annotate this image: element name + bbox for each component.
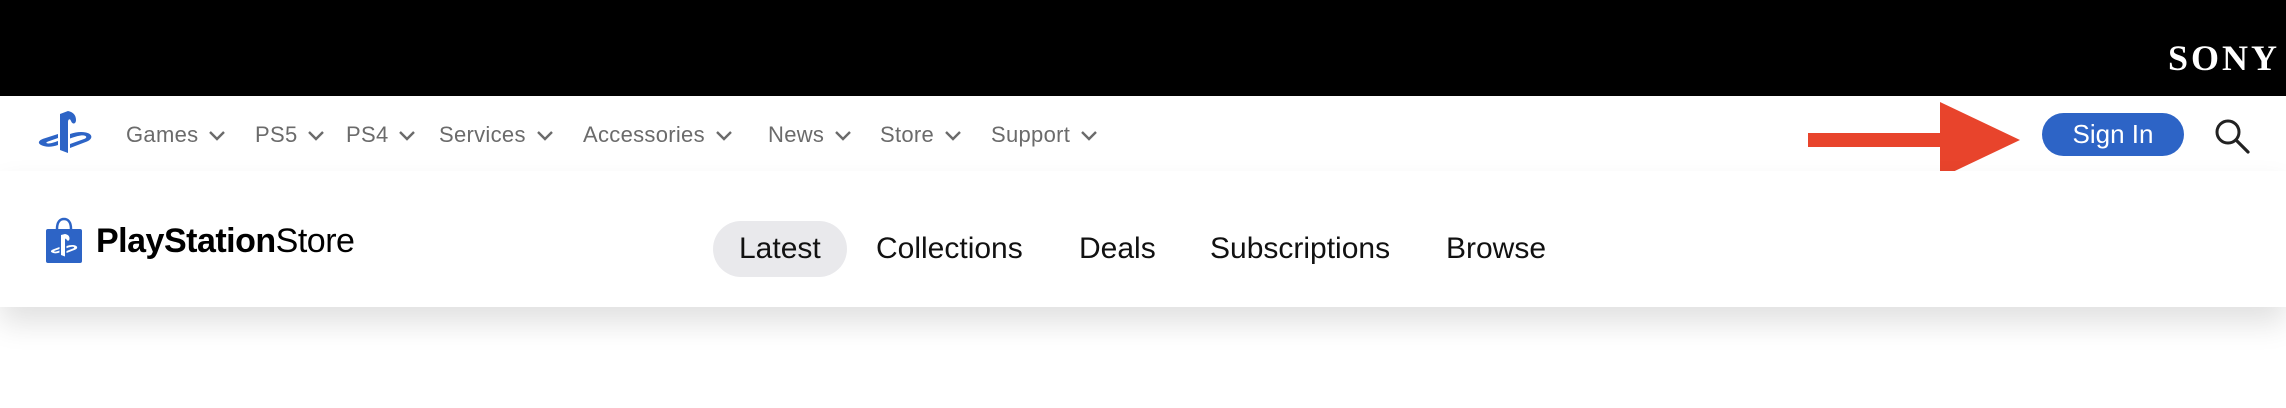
tab-browse[interactable]: Browse bbox=[1420, 221, 1572, 277]
chevron-down-icon bbox=[1081, 131, 1098, 141]
chevron-down-icon bbox=[835, 131, 852, 141]
nav-item-label: Games bbox=[126, 122, 199, 147]
chevron-down-icon bbox=[399, 131, 416, 141]
nav-item-label: Support bbox=[991, 122, 1071, 147]
nav-item-support[interactable]: Support bbox=[991, 120, 1098, 150]
tab-deals[interactable]: Deals bbox=[1053, 221, 1182, 277]
nav-item-label: Services bbox=[439, 122, 526, 147]
nav-item-games[interactable]: Games bbox=[126, 120, 226, 150]
chevron-down-icon bbox=[536, 131, 553, 141]
site-navigation: Games PS5 PS4 Services Accessories News … bbox=[0, 96, 2286, 178]
chevron-down-icon bbox=[209, 131, 226, 141]
annotation-arrow-icon bbox=[1808, 102, 2020, 178]
store-bag-icon bbox=[46, 217, 82, 263]
nav-item-label: News bbox=[768, 122, 825, 147]
nav-item-label: PS4 bbox=[346, 122, 389, 147]
chevron-down-icon bbox=[716, 131, 732, 141]
nav-item-accessories[interactable]: Accessories bbox=[583, 120, 733, 150]
search-icon[interactable] bbox=[2212, 116, 2252, 156]
nav-item-news[interactable]: News bbox=[768, 120, 852, 150]
playstation-store-logo[interactable]: PlayStation Store bbox=[44, 217, 355, 265]
nav-item-services[interactable]: Services bbox=[439, 120, 554, 150]
nav-item-label: Accessories bbox=[583, 122, 705, 147]
store-navigation: PlayStation Store Latest Collections Dea… bbox=[0, 171, 2286, 307]
brand-store: Store bbox=[275, 221, 355, 260]
playstation-logo-icon[interactable] bbox=[38, 110, 98, 158]
sony-bar: SONY bbox=[0, 0, 2286, 96]
tab-collections[interactable]: Collections bbox=[850, 221, 1049, 277]
sign-in-button[interactable]: Sign In bbox=[2042, 113, 2184, 156]
nav-item-store[interactable]: Store bbox=[880, 120, 962, 150]
nav-item-ps4[interactable]: PS4 bbox=[346, 120, 416, 150]
nav-item-label: PS5 bbox=[255, 122, 298, 147]
nav-item-ps5[interactable]: PS5 bbox=[255, 120, 325, 150]
tab-subscriptions[interactable]: Subscriptions bbox=[1184, 221, 1416, 277]
chevron-down-icon bbox=[945, 131, 961, 141]
chevron-down-icon bbox=[308, 131, 325, 141]
brand-playstation: PlayStation bbox=[96, 221, 276, 260]
tab-latest[interactable]: Latest bbox=[713, 221, 847, 277]
nav-item-label: Store bbox=[880, 122, 935, 147]
sony-logo[interactable]: SONY bbox=[2168, 40, 2280, 76]
